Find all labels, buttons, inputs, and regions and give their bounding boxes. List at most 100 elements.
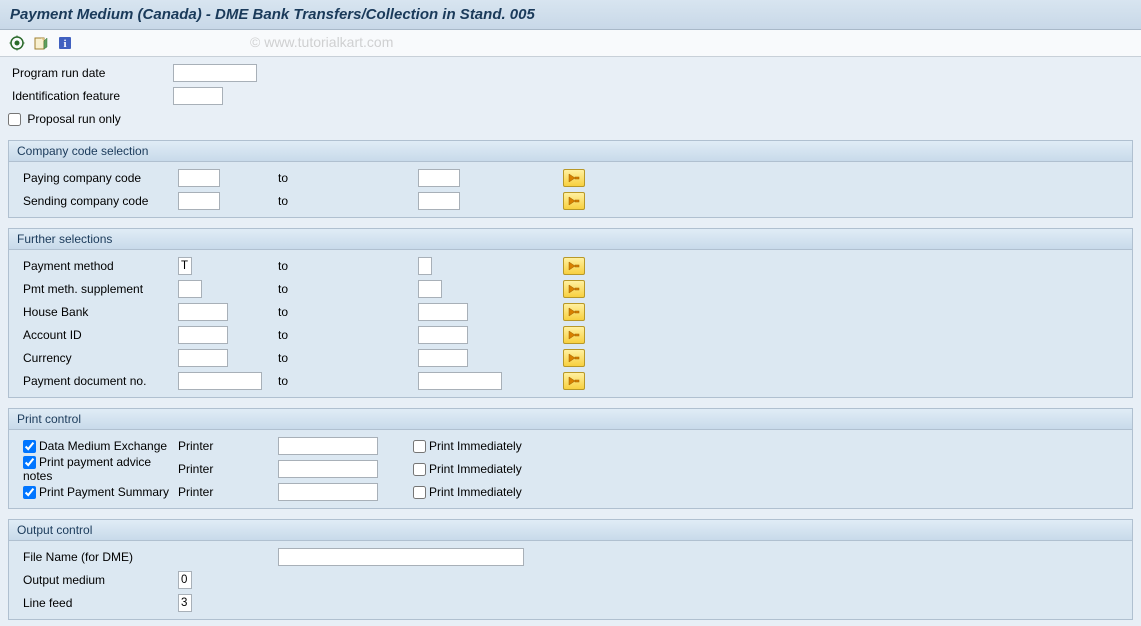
print-control-title: Print control <box>9 409 1132 430</box>
selection-row: Pmt meth. supplement to <box>13 278 1128 300</box>
svg-text:i: i <box>63 38 66 50</box>
print-immediately-label: Print Immediately <box>429 462 522 476</box>
range-to-input[interactable] <box>418 257 432 275</box>
print-control-group: Print control Data Medium Exchange Printe… <box>8 408 1133 509</box>
company-code-selection-group: Company code selection Paying company co… <box>8 140 1133 218</box>
variant-icon[interactable] <box>32 34 50 52</box>
print-immediately-label: Print Immediately <box>429 485 522 499</box>
selection-row: Account ID to <box>13 324 1128 346</box>
print-immediately-checkbox[interactable] <box>413 486 426 499</box>
print-immediately-checkbox[interactable] <box>413 463 426 476</box>
range-to-input[interactable] <box>418 303 468 321</box>
range-to-input[interactable] <box>418 280 442 298</box>
print-immediately-label: Print Immediately <box>429 439 522 453</box>
output-control-title: Output control <box>9 520 1132 541</box>
multi-select-button[interactable] <box>563 303 585 321</box>
proposal-run-only-wrap[interactable]: Proposal run only <box>8 112 121 126</box>
sending-company-code-to[interactable] <box>418 192 460 210</box>
further-selections-group: Further selections Payment methodtoPmt m… <box>8 228 1133 398</box>
selection-row: Payment method to <box>13 255 1128 277</box>
to-label: to <box>278 351 288 365</box>
selection-row: Currency to <box>13 347 1128 369</box>
print-option-checkbox[interactable] <box>23 440 36 453</box>
print-option-row: Print Payment Summary Printer Print Immedi… <box>13 481 1128 503</box>
field-label: Payment document no. <box>13 374 178 388</box>
output-control-group: Output control File Name (for DME) Outpu… <box>8 519 1133 620</box>
paying-company-code-label: Paying company code <box>13 171 178 185</box>
line-feed-input[interactable] <box>178 594 192 612</box>
print-immediately-wrap[interactable]: Print Immediately <box>413 439 522 453</box>
to-label: to <box>278 171 288 185</box>
to-label: to <box>278 194 288 208</box>
to-label: to <box>278 305 288 319</box>
identification-feature-label: Identification feature <box>8 89 173 103</box>
printer-input[interactable] <box>278 460 378 478</box>
window-title: Payment Medium (Canada) - DME Bank Trans… <box>0 0 1141 30</box>
range-from-input[interactable] <box>178 349 228 367</box>
line-feed-label: Line feed <box>13 596 178 610</box>
program-run-date-label: Program run date <box>8 66 173 80</box>
print-option-checkbox[interactable] <box>23 486 36 499</box>
identification-feature-input[interactable] <box>173 87 223 105</box>
program-run-date-input[interactable] <box>173 64 257 82</box>
file-name-label: File Name (for DME) <box>13 550 178 564</box>
field-label: Payment method <box>13 259 178 273</box>
output-medium-label: Output medium <box>13 573 178 587</box>
multi-select-button[interactable] <box>563 326 585 344</box>
range-from-input[interactable] <box>178 326 228 344</box>
proposal-run-only-checkbox[interactable] <box>8 113 21 126</box>
file-name-input[interactable] <box>278 548 524 566</box>
range-from-input[interactable] <box>178 303 228 321</box>
further-selections-title: Further selections <box>9 229 1132 250</box>
print-option-label: Data Medium Exchange <box>39 439 167 453</box>
field-label: House Bank <box>13 305 178 319</box>
print-immediately-wrap[interactable]: Print Immediately <box>413 462 522 476</box>
multi-select-button[interactable] <box>563 192 585 210</box>
company-code-selection-title: Company code selection <box>9 141 1132 162</box>
to-label: to <box>278 328 288 342</box>
sending-company-code-label: Sending company code <box>13 194 178 208</box>
proposal-run-only-label: Proposal run only <box>27 112 120 126</box>
print-immediately-wrap[interactable]: Print Immediately <box>413 485 522 499</box>
printer-input[interactable] <box>278 437 378 455</box>
print-option-wrap[interactable]: Data Medium Exchange <box>23 439 167 453</box>
print-option-label: Print Payment Summary <box>39 485 169 499</box>
selection-row: House Bank to <box>13 301 1128 323</box>
range-from-input[interactable] <box>178 257 192 275</box>
print-option-label: Print payment advice notes <box>23 455 151 483</box>
selection-row: Payment document no. to <box>13 370 1128 392</box>
to-label: to <box>278 259 288 273</box>
paying-company-code-to[interactable] <box>418 169 460 187</box>
range-to-input[interactable] <box>418 326 468 344</box>
execute-icon[interactable] <box>8 34 26 52</box>
print-option-checkbox[interactable] <box>23 456 36 469</box>
range-from-input[interactable] <box>178 372 262 390</box>
print-option-wrap[interactable]: Print Payment Summary <box>23 485 169 499</box>
multi-select-button[interactable] <box>563 372 585 390</box>
to-label: to <box>278 282 288 296</box>
multi-select-button[interactable] <box>563 349 585 367</box>
info-icon[interactable]: i <box>56 34 74 52</box>
field-label: Currency <box>13 351 178 365</box>
range-to-input[interactable] <box>418 349 468 367</box>
print-option-row: Data Medium Exchange Printer Print Immedia… <box>13 435 1128 457</box>
printer-label: Printer <box>178 462 278 476</box>
multi-select-button[interactable] <box>563 257 585 275</box>
print-option-wrap[interactable]: Print payment advice notes <box>23 455 151 483</box>
range-to-input[interactable] <box>418 372 502 390</box>
field-label: Account ID <box>13 328 178 342</box>
sending-company-code-from[interactable] <box>178 192 220 210</box>
printer-label: Printer <box>178 485 278 499</box>
toolbar: i <box>0 30 1141 57</box>
multi-select-button[interactable] <box>563 280 585 298</box>
range-from-input[interactable] <box>178 280 202 298</box>
printer-input[interactable] <box>278 483 378 501</box>
output-medium-input[interactable] <box>178 571 192 589</box>
printer-label: Printer <box>178 439 278 453</box>
paying-company-code-from[interactable] <box>178 169 220 187</box>
field-label: Pmt meth. supplement <box>13 282 178 296</box>
print-immediately-checkbox[interactable] <box>413 440 426 453</box>
multi-select-button[interactable] <box>563 169 585 187</box>
to-label: to <box>278 374 288 388</box>
print-option-row: Print payment advice notes Printer Print I… <box>13 458 1128 480</box>
